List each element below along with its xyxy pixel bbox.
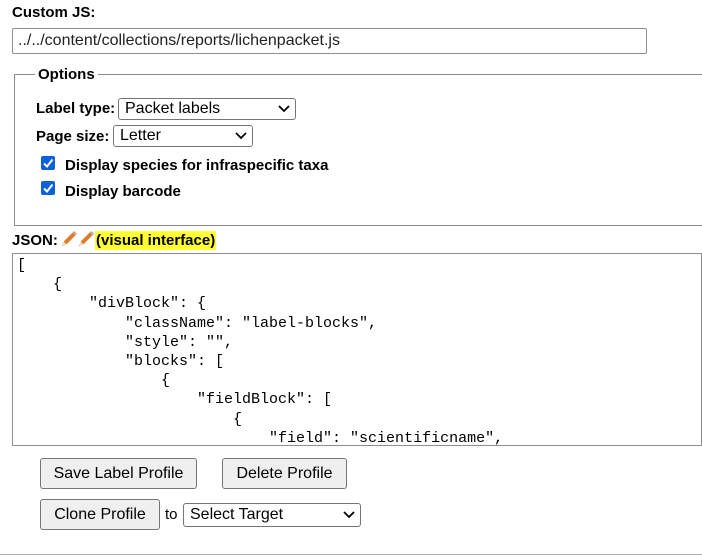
- to-label: to: [165, 506, 178, 523]
- page-size-value: Letter: [120, 127, 161, 144]
- divider: [0, 554, 702, 555]
- barcode-checkbox-label: Display barcode: [65, 183, 181, 200]
- visual-interface-link[interactable]: (visual interface): [95, 231, 217, 250]
- species-checkbox[interactable]: [41, 156, 55, 170]
- checkmark-icon: [43, 158, 54, 169]
- label-type-label: Label type:: [36, 100, 116, 117]
- barcode-checkbox[interactable]: [41, 181, 55, 195]
- json-content: [ { "divBlock": { "className": "label-bl…: [17, 257, 504, 446]
- pencil-icon[interactable]: [62, 229, 96, 247]
- label-type-select[interactable]: Packet labels: [118, 98, 296, 120]
- page-size-label: Page size:: [36, 128, 110, 145]
- page-size-select[interactable]: Letter: [113, 125, 253, 147]
- species-checkbox-label: Display species for infraspecific taxa: [65, 157, 329, 174]
- save-label-profile-button[interactable]: Save Label Profile: [40, 458, 197, 489]
- custom-js-input[interactable]: ../../content/collections/reports/lichen…: [12, 28, 647, 54]
- options-legend: Options: [38, 66, 95, 83]
- select-target-value: Select Target: [190, 506, 284, 523]
- delete-profile-button[interactable]: Delete Profile: [222, 458, 347, 489]
- chevron-down-icon: [278, 105, 290, 113]
- chevron-down-icon: [343, 511, 355, 519]
- label-type-value: Packet labels: [125, 100, 221, 117]
- chevron-down-icon: [235, 132, 247, 140]
- clone-profile-button[interactable]: Clone Profile: [40, 499, 160, 530]
- checkmark-icon: [43, 183, 54, 194]
- select-target-dropdown[interactable]: Select Target: [183, 503, 361, 527]
- json-textarea[interactable]: [ { "divBlock": { "className": "label-bl…: [12, 253, 702, 446]
- custom-js-label: Custom JS:: [12, 4, 96, 21]
- json-label: JSON:: [12, 232, 58, 249]
